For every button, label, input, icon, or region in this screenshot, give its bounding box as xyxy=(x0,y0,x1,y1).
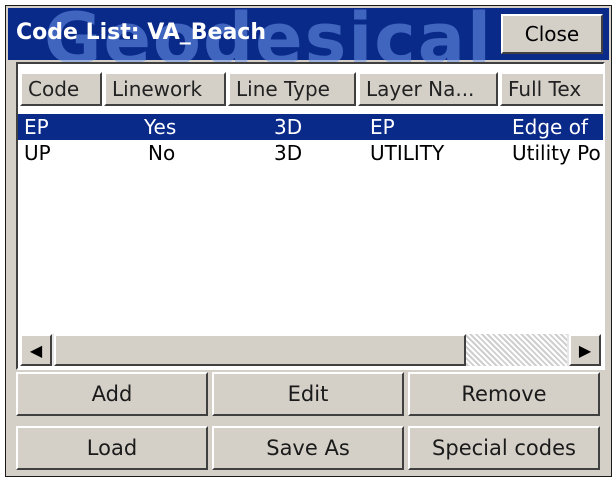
scrollbar-thumb[interactable] xyxy=(54,334,466,366)
column-header-layer-name[interactable]: Layer Na... xyxy=(358,72,498,106)
cell-full-text: Edge of xyxy=(512,115,588,139)
cell-linework: Yes xyxy=(144,115,177,139)
column-headers: Code Linework Line Type Layer Na... Full… xyxy=(18,64,603,112)
cell-layer-name: UTILITY xyxy=(370,141,445,165)
title-bar: Geodesical Code List: VA_Beach Close xyxy=(8,0,609,80)
column-header-code[interactable]: Code xyxy=(20,72,102,106)
cell-full-text: Utility Po xyxy=(512,141,601,165)
cell-linework: No xyxy=(148,141,176,165)
cell-code: UP xyxy=(24,141,51,165)
edit-button[interactable]: Edit xyxy=(212,372,404,416)
column-header-full-text[interactable]: Full Tex xyxy=(500,72,603,106)
column-header-linework[interactable]: Linework xyxy=(104,72,226,106)
right-arrow-icon: ▶ xyxy=(578,340,592,360)
left-arrow-icon: ◀ xyxy=(29,340,43,360)
cell-line-type: 3D xyxy=(274,115,303,139)
horizontal-scrollbar[interactable]: ◀ ▶ xyxy=(20,334,601,366)
remove-button[interactable]: Remove xyxy=(408,372,600,416)
window-title: Code List: VA_Beach xyxy=(16,20,267,45)
code-list-window: Geodesical Code List: VA_Beach Close Cod… xyxy=(5,0,612,477)
close-button[interactable]: Close xyxy=(501,14,603,54)
list-row-up[interactable]: UP No 3D UTILITY Utility Po xyxy=(18,140,603,166)
special-codes-button[interactable]: Special codes xyxy=(408,426,600,470)
save-as-button[interactable]: Save As xyxy=(212,426,404,470)
scroll-left-button[interactable]: ◀ xyxy=(20,334,52,366)
cell-line-type: 3D xyxy=(274,141,303,165)
load-button[interactable]: Load xyxy=(16,426,208,470)
code-list-view[interactable]: Code Linework Line Type Layer Na... Full… xyxy=(16,62,605,370)
column-header-line-type[interactable]: Line Type xyxy=(228,72,356,106)
scroll-right-button[interactable]: ▶ xyxy=(569,334,601,366)
list-row-ep[interactable]: EP Yes 3D EP Edge of xyxy=(18,114,603,140)
add-button[interactable]: Add xyxy=(16,372,208,416)
list-rows: EP Yes 3D EP Edge of UP No 3D UTILITY Ut… xyxy=(18,114,603,166)
cell-layer-name: EP xyxy=(370,115,395,139)
cell-code: EP xyxy=(24,115,49,139)
